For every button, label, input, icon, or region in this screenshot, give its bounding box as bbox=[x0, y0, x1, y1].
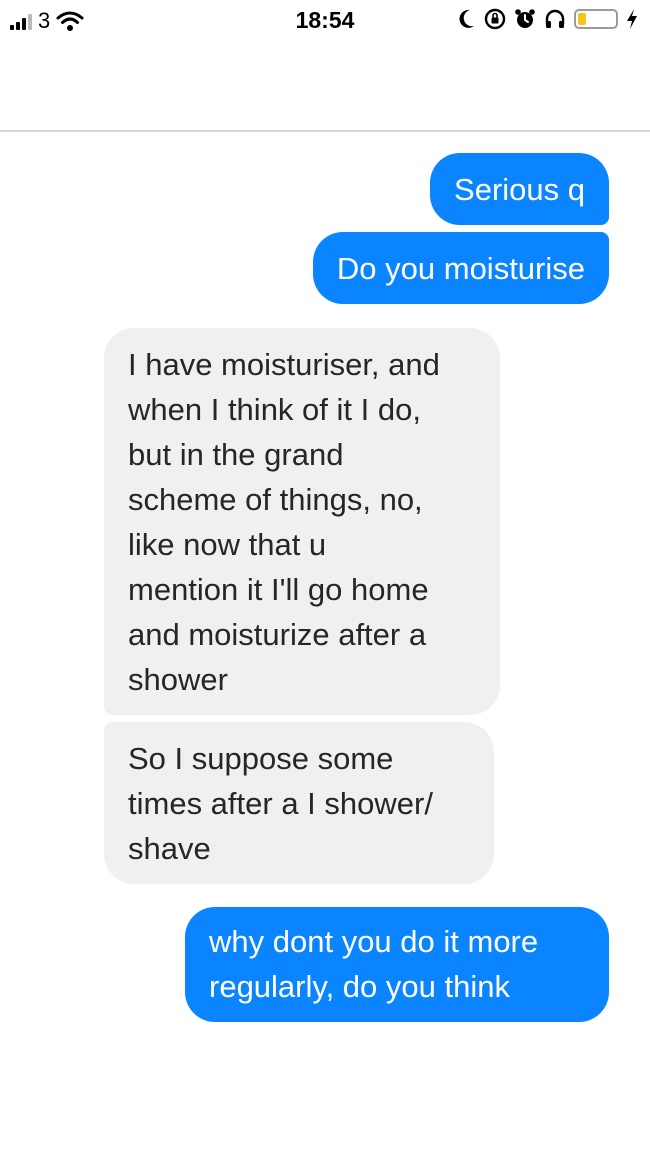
do-not-disturb-moon-icon bbox=[459, 9, 474, 28]
headphones-icon bbox=[545, 9, 565, 28]
orientation-lock-icon bbox=[484, 8, 506, 30]
header-divider bbox=[0, 130, 650, 132]
charging-bolt-icon bbox=[627, 9, 637, 29]
battery-icon bbox=[574, 9, 618, 29]
outgoing-message-bubble[interactable]: why dont you do it more regularly, do yo… bbox=[185, 907, 609, 1022]
incoming-message-bubble[interactable]: So I suppose some times after a I shower… bbox=[104, 722, 494, 884]
incoming-message-bubble[interactable]: I have moisturiser, and when I think of … bbox=[104, 328, 500, 715]
status-bar: 3 18:54 bbox=[0, 0, 650, 44]
outgoing-message-bubble[interactable]: Serious q bbox=[430, 153, 609, 225]
battery-level-fill bbox=[578, 13, 586, 25]
conversation-header bbox=[10, 46, 650, 128]
outgoing-message-bubble[interactable]: Do you moisturise bbox=[312, 232, 609, 304]
status-right bbox=[458, 8, 638, 30]
alarm-clock-icon bbox=[515, 9, 535, 28]
